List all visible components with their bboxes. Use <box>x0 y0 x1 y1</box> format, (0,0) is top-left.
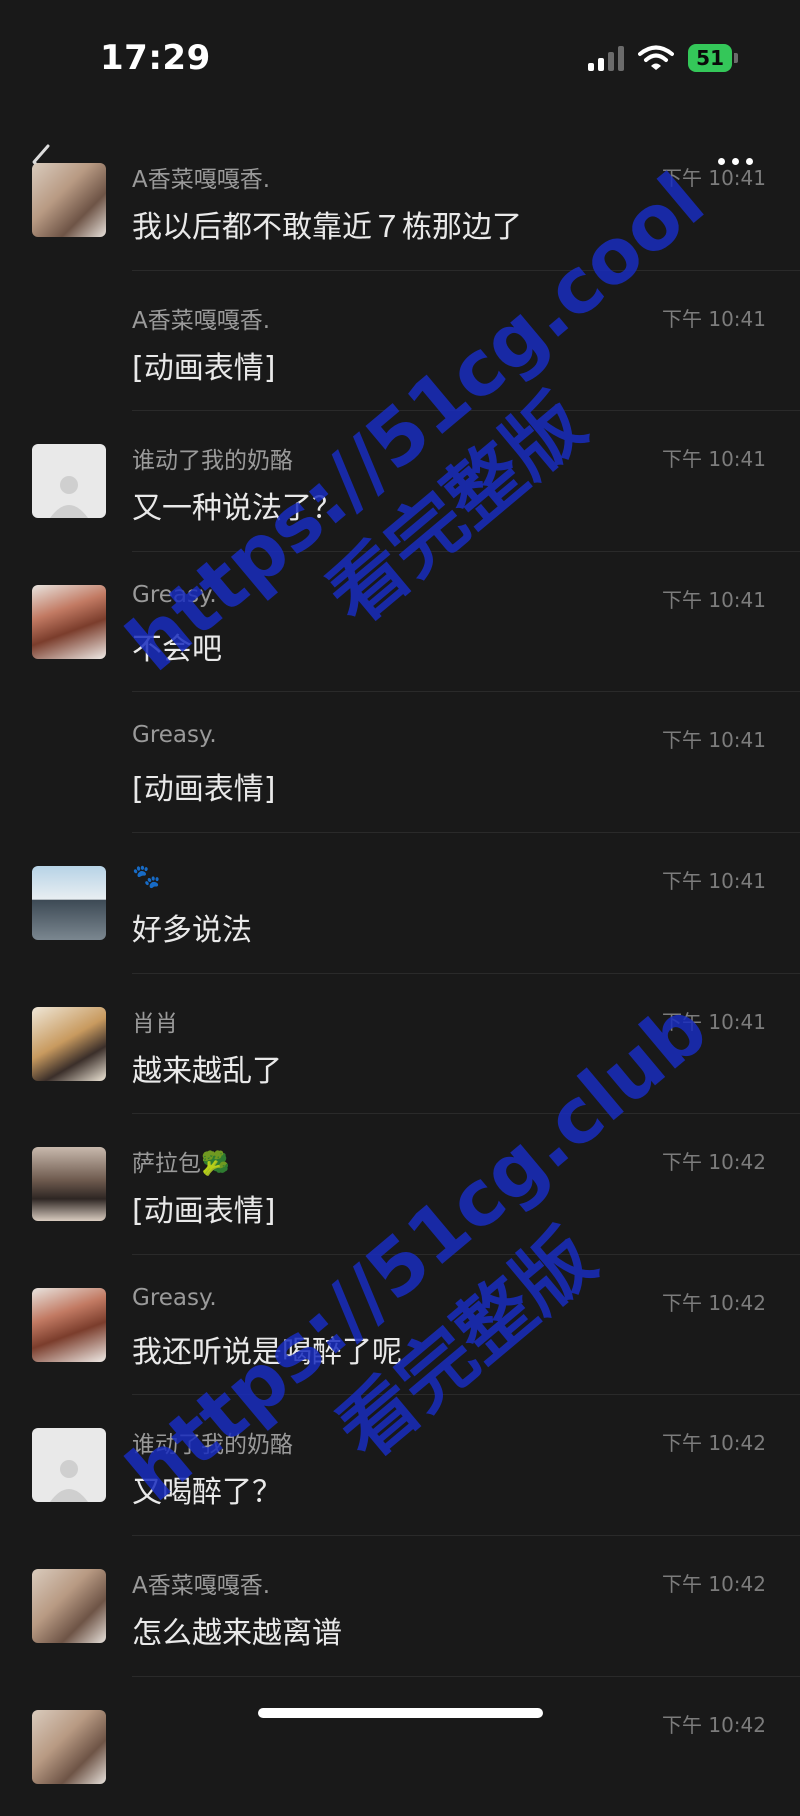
wifi-icon <box>638 45 675 70</box>
message-time: 下午 10:42 <box>662 1290 766 1315</box>
avatar[interactable] <box>32 1709 106 1784</box>
message-text: [动画表情] <box>132 1194 276 1230</box>
message-text: 我以后都不敢靠近７栋那边了 <box>132 210 522 245</box>
sender-name: A香菜嘎嘎香. <box>132 1572 271 1599</box>
message-time: 下午 10:41 <box>662 587 766 612</box>
message-row[interactable]: Greasy. 下午 10:41 [动画表情] <box>132 691 800 832</box>
message-text: [动画表情] <box>132 772 276 808</box>
message-text: 越来越乱了 <box>132 1053 282 1089</box>
sender-name: Greasy. <box>132 722 217 749</box>
sender-name: 萨拉包🥦 <box>132 1151 230 1178</box>
message-time: 下午 10:42 <box>662 1431 766 1456</box>
status-bar: 17:29 51 <box>0 0 800 120</box>
sender-name: A香菜嘎嘎香. <box>132 307 271 334</box>
avatar[interactable] <box>32 584 106 659</box>
message-row[interactable]: A香菜嘎嘎香. 下午 10:42 怎么越来越离谱 <box>32 1534 800 1676</box>
message-text: 好多说法 <box>132 912 252 948</box>
default-user-icon <box>50 476 88 519</box>
avatar[interactable] <box>32 865 106 940</box>
message-time: 下午 10:41 <box>662 728 766 753</box>
avatar[interactable] <box>32 1147 106 1222</box>
message-time: 下午 10:42 <box>662 1571 766 1596</box>
battery-icon: 51 <box>688 44 738 72</box>
message-text: [动画表情] <box>132 350 276 386</box>
sender-name: 谁动了我的奶酪 <box>132 448 293 475</box>
default-user-icon <box>50 1460 88 1503</box>
message-time: 下午 10:41 <box>662 447 766 472</box>
avatar[interactable] <box>32 1006 106 1081</box>
message-row[interactable]: 下午 10:42 <box>32 1675 800 1816</box>
home-indicator[interactable] <box>258 1708 543 1718</box>
message-row[interactable]: 🐾 下午 10:41 好多说法 <box>32 831 800 973</box>
status-icons: 51 <box>588 44 738 72</box>
avatar[interactable] <box>32 1568 106 1643</box>
cellular-signal-icon <box>588 45 625 71</box>
message-time: 下午 10:42 <box>662 1712 766 1737</box>
sender-name: 肖肖 <box>132 1010 178 1037</box>
sender-name: Greasy. <box>132 1284 217 1311</box>
avatar[interactable] <box>32 1287 106 1362</box>
message-time: 下午 10:41 <box>662 868 766 893</box>
battery-level: 51 <box>688 44 732 72</box>
message-time: 下午 10:42 <box>662 1150 766 1175</box>
message-text: 怎么越来越离谱 <box>132 1615 342 1651</box>
avatar[interactable] <box>32 444 106 519</box>
message-time: 下午 10:41 <box>662 306 766 331</box>
avatar[interactable] <box>32 163 106 237</box>
sender-name: 🐾 <box>132 863 161 890</box>
status-time: 17:29 <box>100 38 211 78</box>
sender-name: A香菜嘎嘎香. <box>132 167 271 193</box>
avatar[interactable] <box>32 1428 106 1503</box>
